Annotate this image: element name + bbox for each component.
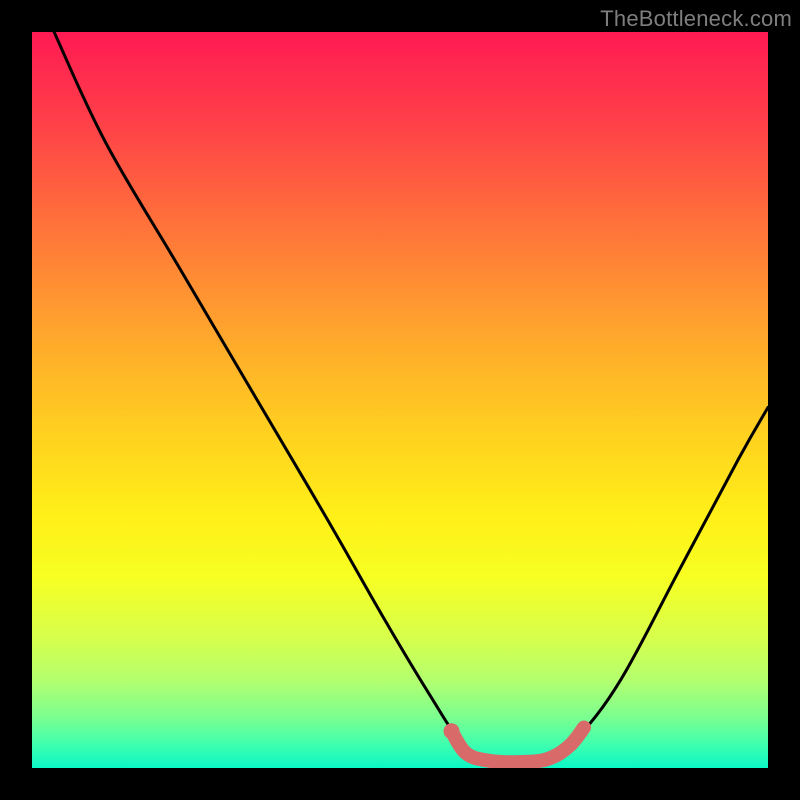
marker-dot bbox=[444, 723, 460, 739]
watermark-text: TheBottleneck.com bbox=[600, 6, 792, 32]
plot-area bbox=[32, 32, 768, 768]
bottleneck-curve bbox=[54, 32, 768, 764]
chart-stage: TheBottleneck.com bbox=[0, 0, 800, 800]
chart-svg bbox=[32, 32, 768, 768]
sweet-spot-curve bbox=[452, 728, 584, 763]
